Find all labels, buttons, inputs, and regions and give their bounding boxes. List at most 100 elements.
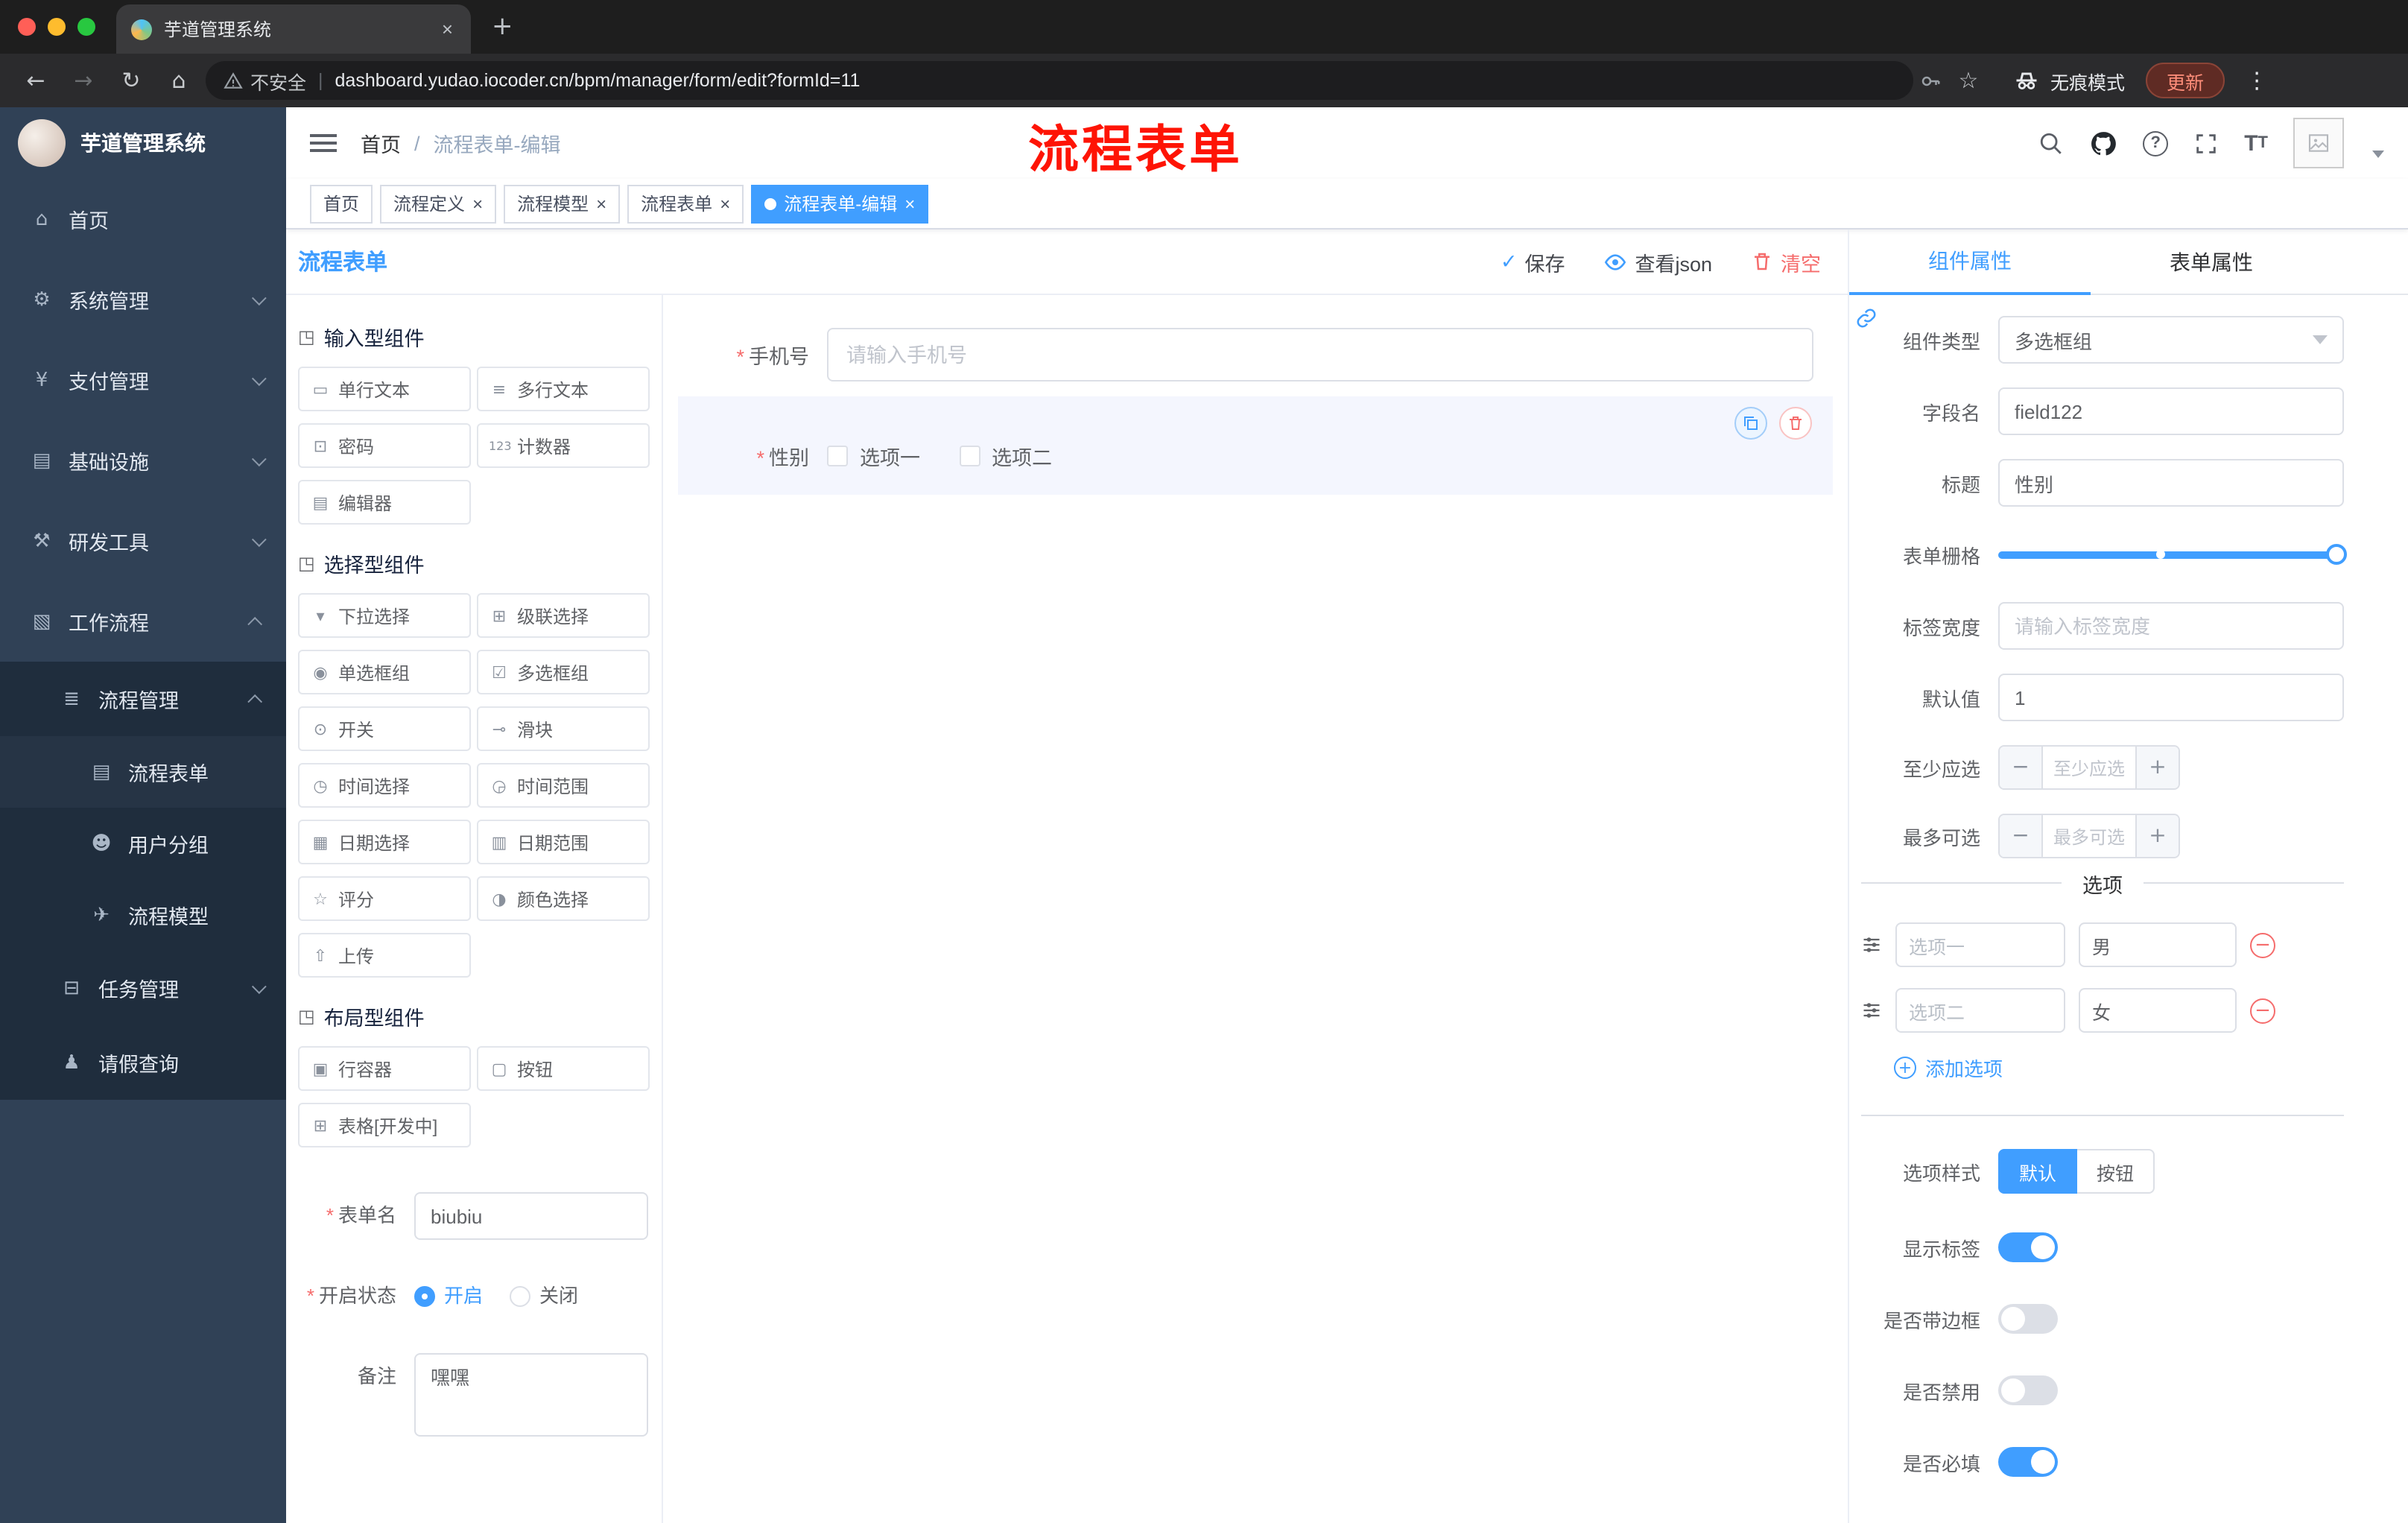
save-button[interactable]: ✓ 保存 xyxy=(1501,247,1565,276)
bookmark-star-icon[interactable]: ☆ xyxy=(1948,60,1989,101)
status-on-radio[interactable]: 开启 xyxy=(414,1273,483,1320)
sidebar-item-process-model[interactable]: ✈ 流程模型 xyxy=(0,879,286,951)
component-switch[interactable]: ⊙ 开关 xyxy=(298,706,471,751)
sidebar-item-workflow[interactable]: ▧ 工作流程 xyxy=(0,581,286,662)
form-name-input[interactable] xyxy=(414,1192,648,1240)
component-date-picker[interactable]: ▦ 日期选择 xyxy=(298,820,471,864)
fullscreen-icon[interactable] xyxy=(2193,130,2219,156)
component-slider[interactable]: ⊸ 滑块 xyxy=(477,706,650,751)
title-input[interactable] xyxy=(1998,459,2344,507)
default-value-input[interactable] xyxy=(1998,674,2344,721)
reload-icon[interactable]: ↻ xyxy=(110,60,152,101)
drag-handle-icon[interactable] xyxy=(1861,934,1882,955)
grid-slider[interactable] xyxy=(1998,531,2347,578)
minimize-window-button[interactable] xyxy=(48,18,66,36)
increase-button[interactable]: + xyxy=(2137,747,2179,788)
slider-track[interactable] xyxy=(1998,544,2347,565)
breadcrumb-home[interactable]: 首页 xyxy=(361,128,401,158)
style-button-button[interactable]: 按钮 xyxy=(2077,1149,2155,1194)
drag-handle-icon[interactable] xyxy=(1861,1000,1882,1021)
component-counter[interactable]: 123 计数器 xyxy=(477,423,650,468)
component-button[interactable]: ▢ 按钮 xyxy=(477,1046,650,1091)
component-dropdown[interactable]: ▾ 下拉选择 xyxy=(298,593,471,638)
clear-button[interactable]: 清空 xyxy=(1751,247,1821,276)
sidebar-item-system[interactable]: ⚙ 系统管理 xyxy=(0,259,286,340)
user-avatar[interactable] xyxy=(2293,118,2344,168)
maximize-window-button[interactable] xyxy=(77,18,95,36)
home-icon[interactable]: ⌂ xyxy=(158,60,200,101)
key-icon[interactable] xyxy=(1919,69,1942,92)
max-select-value[interactable]: 最多可选 xyxy=(2041,815,2137,857)
component-time-range[interactable]: ◶ 时间范围 xyxy=(477,763,650,808)
browser-menu-icon[interactable]: ⋮ xyxy=(2246,67,2268,94)
sidebar-item-user-group[interactable]: ☻ 用户分组 xyxy=(0,808,286,879)
form-canvas[interactable]: 手机号 性别 xyxy=(663,295,1848,1523)
new-tab-button[interactable]: + xyxy=(492,12,513,42)
sidebar-item-process-form[interactable]: ▤ 流程表单 xyxy=(0,736,286,808)
forward-icon[interactable]: → xyxy=(63,60,104,101)
component-row-container[interactable]: ▣ 行容器 xyxy=(298,1046,471,1091)
required-toggle[interactable] xyxy=(1998,1447,2058,1477)
copy-component-button[interactable] xyxy=(1734,407,1767,440)
option-label-input[interactable] xyxy=(1895,922,2065,967)
component-checkbox-group[interactable]: ☑ 多选框组 xyxy=(477,650,650,694)
hamburger-icon[interactable] xyxy=(310,134,337,152)
component-upload[interactable]: ⇧ 上传 xyxy=(298,933,471,978)
sidebar-item-task-management[interactable]: ⊟ 任务管理 xyxy=(0,951,286,1025)
option-label-input[interactable] xyxy=(1895,988,2065,1033)
tag-process-definition[interactable]: 流程定义 × xyxy=(380,184,497,223)
disabled-toggle[interactable] xyxy=(1998,1375,2058,1405)
slider-handle[interactable] xyxy=(2326,544,2347,565)
label-width-input[interactable] xyxy=(1998,602,2344,650)
tab-close-icon[interactable]: × xyxy=(439,18,456,40)
component-date-range[interactable]: ▥ 日期范围 xyxy=(477,820,650,864)
checkbox-option-two[interactable]: 选项二 xyxy=(959,441,1052,471)
back-icon[interactable]: ← xyxy=(15,60,57,101)
component-radio-group[interactable]: ◉ 单选框组 xyxy=(298,650,471,694)
tag-close-icon[interactable]: × xyxy=(596,194,606,212)
status-off-radio[interactable]: 关闭 xyxy=(510,1273,578,1320)
checkbox-option-one[interactable]: 选项一 xyxy=(827,441,920,471)
avatar-caret-icon[interactable] xyxy=(2372,150,2384,157)
delete-component-button[interactable] xyxy=(1779,407,1812,440)
component-editor[interactable]: ▤ 编辑器 xyxy=(298,480,471,525)
github-icon[interactable] xyxy=(2089,129,2117,157)
decrease-button[interactable]: − xyxy=(2000,815,2041,857)
sidebar-item-devtools[interactable]: ⚒ 研发工具 xyxy=(0,501,286,581)
component-rate[interactable]: ☆ 评分 xyxy=(298,876,471,921)
remove-option-button[interactable]: − xyxy=(2250,932,2275,957)
increase-button[interactable]: + xyxy=(2137,815,2179,857)
component-cascader[interactable]: ⊞ 级联选择 xyxy=(477,593,650,638)
component-single-line-text[interactable]: ▭ 单行文本 xyxy=(298,367,471,411)
component-time-picker[interactable]: ◷ 时间选择 xyxy=(298,763,471,808)
view-json-button[interactable]: 查看json xyxy=(1603,247,1712,276)
tab-component-props[interactable]: 组件属性 xyxy=(1849,229,2091,295)
checkbox-icon[interactable] xyxy=(827,446,848,466)
sidebar-item-leave-query[interactable]: ♟ 请假查询 xyxy=(0,1025,286,1100)
sidebar-item-infrastructure[interactable]: ▤ 基础设施 xyxy=(0,420,286,501)
component-multi-line-text[interactable]: ≡ 多行文本 xyxy=(477,367,650,411)
help-icon[interactable]: ? xyxy=(2143,130,2169,156)
field-name-input[interactable] xyxy=(1998,387,2344,435)
sidebar-item-home[interactable]: ⌂ 首页 xyxy=(0,179,286,259)
remove-option-button[interactable]: − xyxy=(2250,998,2275,1023)
tag-close-icon[interactable]: × xyxy=(472,194,483,212)
option-value-input[interactable] xyxy=(2079,922,2237,967)
sidebar-item-process-management[interactable]: ≣ 流程管理 xyxy=(0,662,286,736)
border-toggle[interactable] xyxy=(1998,1304,2058,1334)
sidebar-item-payment[interactable]: ¥ 支付管理 xyxy=(0,340,286,420)
tag-home[interactable]: 首页 xyxy=(310,184,373,223)
tag-process-form[interactable]: 流程表单 × xyxy=(627,184,744,223)
tab-form-props[interactable]: 表单属性 xyxy=(2091,229,2332,295)
app-logo[interactable]: 芋道管理系统 xyxy=(0,107,286,179)
browser-update-button[interactable]: 更新 xyxy=(2146,63,2225,98)
checkbox-icon[interactable] xyxy=(959,446,980,466)
decrease-button[interactable]: − xyxy=(2000,747,2041,788)
component-table[interactable]: ⊞ 表格[开发中] xyxy=(298,1103,471,1147)
close-window-button[interactable] xyxy=(18,18,36,36)
tag-process-form-edit-active[interactable]: 流程表单-编辑 × xyxy=(751,184,929,223)
min-select-value[interactable]: 至少应选 xyxy=(2041,747,2137,788)
gender-form-item-selected[interactable]: 性别 选项一 选项二 xyxy=(678,396,1833,495)
url-bar[interactable]: 不安全 | dashboard.yudao.iocoder.cn/bpm/man… xyxy=(206,61,1913,100)
font-size-icon[interactable]: TT xyxy=(2244,130,2268,156)
